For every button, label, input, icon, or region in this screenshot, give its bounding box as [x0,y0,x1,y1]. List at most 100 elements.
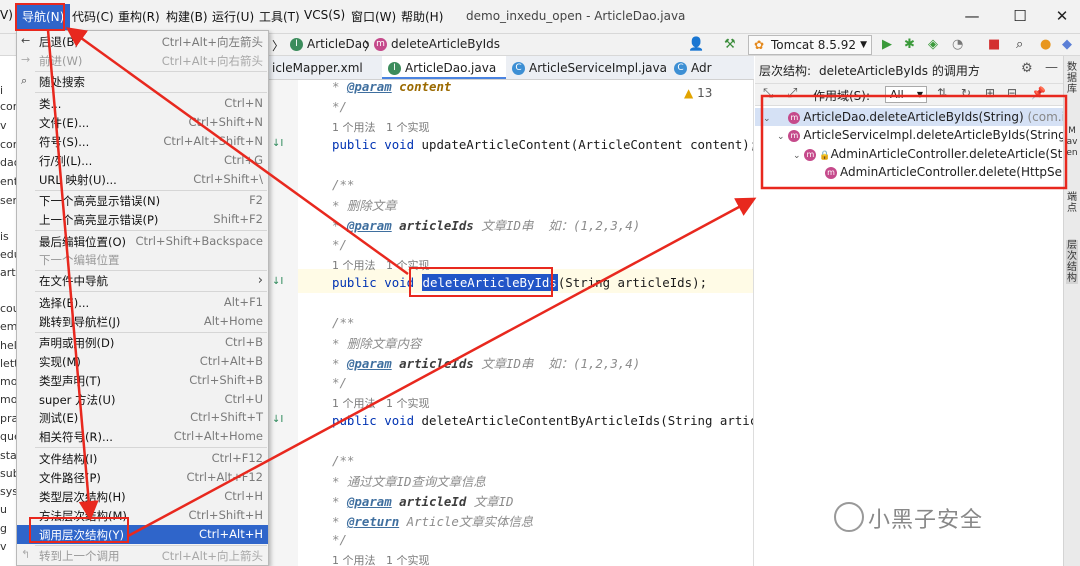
breadcrumb-class[interactable]: I ArticleDao [290,37,369,51]
menu-window[interactable]: 窗口(W) [351,8,396,25]
expand-all-icon[interactable]: ⊞ [985,86,995,100]
project-tree-item[interactable]: i [0,84,3,97]
usage-hint[interactable]: 1 个用法 1 个实现 [332,552,429,566]
coverage-icon[interactable]: ◈ [928,37,938,53]
menu-item-call-hierarchy[interactable]: 调用层次结构(Y) Ctrl+Alt+H [17,525,268,544]
tree-row[interactable]: ⌄ m ArticleServiceImpl.deleteArticleByIds… [777,126,1080,144]
implemented-icon[interactable]: ↓I [272,276,283,287]
scope-label: 作用域(S): [813,89,871,103]
settings-gear-icon[interactable]: ⚙ [1021,61,1033,76]
menu-item-line-column[interactable]: 行/列(L)... Ctrl+G [17,151,268,170]
implemented-icon[interactable]: ↓I [272,414,283,425]
tool-tab-maven[interactable]: Maven [1066,126,1078,159]
watermark-text: 小黑子安全 [868,508,984,533]
tab-article-service-impl[interactable]: C ArticleServiceImpl.java [506,56,667,79]
minimize-icon[interactable]: — [962,6,982,26]
update-icon[interactable]: ● [1040,37,1051,53]
sort-icon[interactable]: ⇅ [937,86,947,100]
project-tree-item[interactable]: v [0,119,7,132]
menu-item-symbol[interactable]: 符号(S)... Ctrl+Alt+Shift+N [17,132,268,151]
code-line: * 删除文章内容 [332,336,422,351]
tab-article-dao[interactable]: I ArticleDao.java [382,56,506,79]
menu-navigate[interactable]: 导航(N) [16,4,71,30]
project-tree-item[interactable]: is [0,230,9,243]
menu-item-file[interactable]: 文件(E)... Ctrl+Shift+N [17,113,268,132]
code-editor[interactable]: ▲ 13 * @param content */ 1 个用法 1 个实现 pub… [298,80,754,566]
menu-view[interactable]: V) [0,8,13,22]
menu-item-declaration[interactable]: 声明或用例(D) Ctrl+B [17,333,268,352]
tab-admin-controller[interactable]: C Adr [668,56,712,79]
maximize-icon[interactable]: ☐ [1010,6,1030,26]
menu-item-method-hierarchy[interactable]: 方法层次结构(M) Ctrl+Shift+H [17,506,268,525]
build-hammer-icon[interactable]: ⚒ [724,37,736,53]
caller-hierarchy-icon[interactable]: ⤡ [763,86,773,101]
menu-item-test[interactable]: 测试(E) Ctrl+Shift+T [17,408,268,427]
code-line: * 删除文章 [332,198,397,213]
menu-vcs[interactable]: VCS(S) [304,8,345,22]
close-icon[interactable]: ✕ [1052,6,1072,26]
menu-item-previous-call[interactable]: ↰ 转到上一个调用 Ctrl+Alt+向上箭头 [17,546,268,565]
menu-item-jump-to-nav-bar[interactable]: 跳转到导航栏(J) Alt+Home [17,312,268,331]
menu-item-class[interactable]: 类... Ctrl+N [17,94,268,113]
menu-item-last-edit-location[interactable]: 最后编辑位置(O) Ctrl+Shift+Backspace [17,232,268,251]
refresh-icon[interactable]: ↻ [961,86,971,100]
tree-row[interactable]: ⌄ m ArticleDao.deleteArticleByIds(String)… [755,108,1080,126]
tree-row[interactable]: ⌄ m 🔒AdminArticleController.deleteArticle… [793,145,1080,163]
run-icon[interactable]: ▶ [882,37,892,53]
tree-row[interactable]: m AdminArticleController.delete(HttpServ [825,163,1074,181]
menu-code[interactable]: 代码(C) [72,8,114,25]
menu-item-implementation[interactable]: 实现(M) Ctrl+Alt+B [17,352,268,371]
menu-item-navigate-in-file[interactable]: 在文件中导航 › [17,271,268,290]
warning-counter[interactable]: ▲ 13 [684,86,712,100]
project-tree-item[interactable]: v [0,540,7,553]
project-tree-item[interactable]: mo [0,393,17,406]
menu-item-forward[interactable]: → 前进(W) Ctrl+Alt+向右箭头 [17,51,268,70]
menu-item-previous-error[interactable]: 上一个高亮显示错误(P) Shift+F2 [17,210,268,229]
right-tool-strip: 数据库 Maven 端点 层次结构 [1063,56,1080,566]
user-icon[interactable]: 👤 [688,37,704,53]
menu-tools[interactable]: 工具(T) [259,8,300,25]
menu-item-url-mapping[interactable]: URL 映射(U)... Ctrl+Shift+\ [17,170,268,189]
tab-article-mapper[interactable]: icleMapper.xml [268,56,363,79]
debug-icon[interactable]: ✱ [904,37,915,53]
scope-select[interactable]: All ▼ [885,86,927,103]
menu-item-type-declaration[interactable]: 类型声明(T) Ctrl+Shift+B [17,371,268,390]
hide-panel-icon[interactable]: — [1045,60,1058,75]
menu-help[interactable]: 帮助(H) [401,8,443,25]
menu-item-select-in[interactable]: 选择(E)... Alt+F1 [17,293,268,312]
usage-hint[interactable]: 1 个用法 1 个实现 [332,395,429,411]
menu-run[interactable]: 运行(U) [212,8,254,25]
menu-item-related-symbol[interactable]: 相关符号(R)... Ctrl+Alt+Home [17,427,268,446]
collapse-all-icon[interactable]: ⊟ [1007,86,1017,100]
breadcrumb-method[interactable]: m deleteArticleByIds [374,37,500,51]
callee-hierarchy-icon[interactable]: ⤢ [787,86,797,101]
menu-item-search-everywhere[interactable]: ⌕ 随处搜索 [17,72,268,91]
project-tree-item[interactable]: g [0,522,7,535]
search-icon[interactable]: ⌕ [1016,37,1023,53]
menu-item-next-error[interactable]: 下一个高亮显示错误(N) F2 [17,191,268,210]
hierarchy-subtitle: deleteArticleByIds 的调用方 [819,64,980,78]
plugin-icon[interactable]: ◆ [1062,37,1072,53]
profile-icon[interactable]: ◔ [952,37,963,53]
menu-item-super-method[interactable]: super 方法(U) Ctrl+U [17,390,268,409]
usage-hint[interactable]: 1 个用法 1 个实现 [332,119,429,135]
tool-tab-hierarchy[interactable]: 层次结构 [1066,240,1078,284]
menu-item-back[interactable]: ← 后退(B) Ctrl+Alt+向左箭头 [17,32,268,51]
project-tree-item[interactable]: u [0,503,7,516]
selected-method-name[interactable]: deleteArticleByIds [421,274,558,291]
project-tree-item[interactable]: mo [0,375,17,388]
menu-item-file-path[interactable]: 文件路径(P) Ctrl+Alt+F12 [17,468,268,487]
usage-hint[interactable]: 1 个用法 1 个实现 [332,257,429,273]
menu-item-type-hierarchy[interactable]: 类型层次结构(H) Ctrl+H [17,487,268,506]
pin-icon[interactable]: 📌 [1031,86,1046,100]
stop-icon[interactable]: ■ [988,37,1000,53]
interface-icon: I [290,38,303,51]
menu-item-file-structure[interactable]: 文件结构(I) Ctrl+F12 [17,449,268,468]
tool-tab-database[interactable]: 数据库 [1066,62,1078,95]
menu-refactor[interactable]: 重构(R) [118,8,160,25]
implemented-icon[interactable]: ↓I [272,138,283,149]
run-config-select[interactable]: ✿ Tomcat 8.5.92 ▼ [748,35,872,55]
menu-item-next-edit-location[interactable]: 下一个编辑位置 [17,250,268,269]
tool-tab-endpoints[interactable]: 端点 [1066,192,1078,214]
menu-build[interactable]: 构建(B) [166,8,208,25]
